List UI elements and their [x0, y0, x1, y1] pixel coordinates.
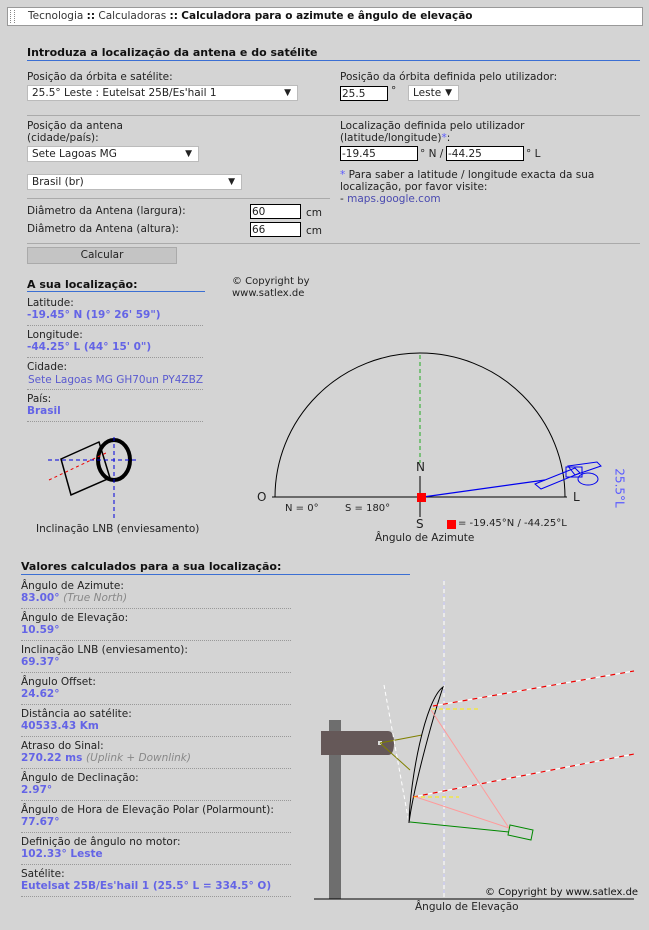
- lnb-body: [60, 440, 111, 497]
- location-marker: [417, 493, 426, 502]
- diagram-graphics: [48, 352, 635, 900]
- legend-marker: [447, 520, 456, 529]
- azimuth-diagram: [272, 352, 602, 529]
- reflection-ray: [415, 796, 510, 829]
- lnb: [507, 824, 534, 841]
- azimuth-line: [422, 479, 546, 498]
- satellite-icon: [534, 461, 602, 490]
- reflection-ray: [430, 709, 510, 829]
- signal-ray: [432, 670, 635, 707]
- dish: [408, 685, 444, 824]
- elevation-diagram: [314, 580, 635, 900]
- signal-ray: [412, 753, 635, 798]
- bracket: [321, 731, 394, 755]
- lnb-skew-diagram: [48, 437, 139, 518]
